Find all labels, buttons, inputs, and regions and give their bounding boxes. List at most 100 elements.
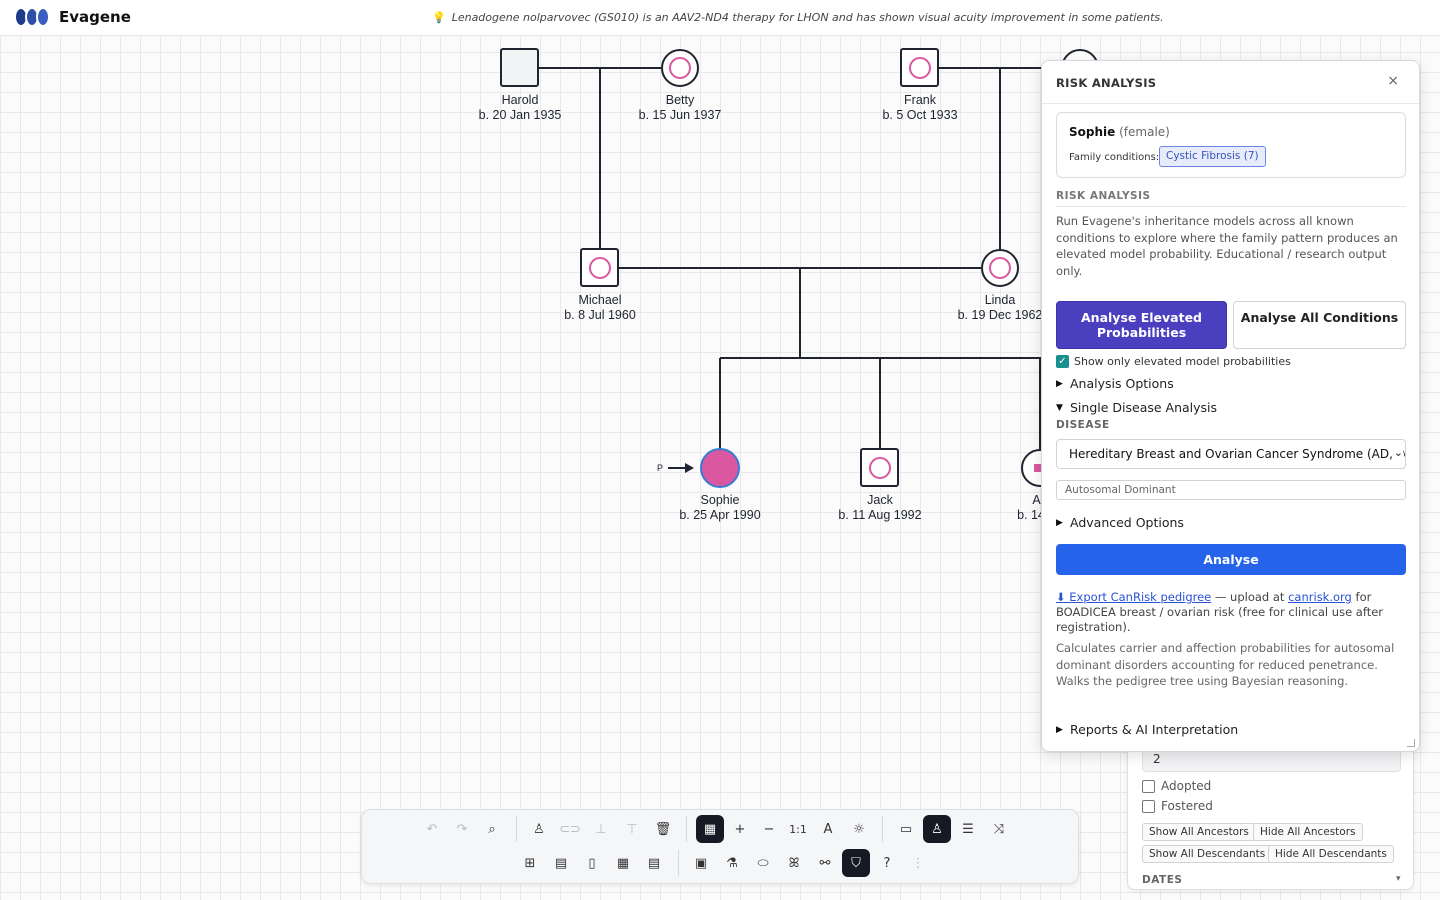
section-header: RISK ANALYSIS: [1056, 190, 1406, 207]
shuffle-icon[interactable]: ⤨: [985, 815, 1013, 843]
chevron-down-icon: ⌄: [1391, 446, 1403, 459]
adopted-checkbox[interactable]: Adopted: [1142, 779, 1211, 793]
individual-name: Michael: [578, 293, 621, 307]
fostered-label: Fostered: [1161, 799, 1213, 813]
delete-icon[interactable]: 🗑: [649, 815, 677, 843]
pill-icon[interactable]: ⬭: [749, 849, 777, 877]
export-canrisk-link[interactable]: ⬇ Export CanRisk pedigree: [1056, 590, 1211, 604]
add-children-icon[interactable]: ⊥: [587, 815, 615, 843]
show-all-descendants-button[interactable]: Show All Descendants: [1142, 845, 1273, 863]
only-elevated-checkbox[interactable]: ✓ Show only elevated model probabilities: [1056, 355, 1291, 368]
condition-chip[interactable]: Cystic Fibrosis (7): [1159, 146, 1266, 167]
zoom-out-icon[interactable]: −: [755, 815, 783, 843]
bottom-toolbar: ↶ ↷ ⌕ ♙ ⊂⊃ ⊥ ⊤ 🗑 ▦ + − 1:1 A ☼ ▭ ♙ ☰ ⤨ ⊞…: [361, 809, 1079, 884]
redo-icon[interactable]: ↷: [448, 815, 476, 843]
checkbox-icon[interactable]: [1142, 779, 1155, 793]
drag-handle-icon[interactable]: ⋮: [904, 849, 932, 877]
note-icon[interactable]: ▯: [578, 849, 606, 877]
flask-icon[interactable]: ⚗: [718, 849, 746, 877]
individual-harold[interactable]: Harold b. 20 Jan 1935: [479, 48, 562, 122]
proband-marker: P: [657, 463, 663, 473]
shield-icon[interactable]: ⛉: [842, 849, 870, 877]
reports-label: Reports & AI Interpretation: [1070, 722, 1239, 737]
individual-birth: b. 19 Dec 1962: [958, 308, 1043, 322]
zoom-in-icon[interactable]: +: [726, 815, 754, 843]
tree-icon[interactable]: ⊞: [516, 849, 544, 877]
analyse-all-button[interactable]: Analyse All Conditions: [1233, 301, 1406, 349]
lightbulb-icon: 💡: [432, 11, 446, 24]
individual-name: Jack: [867, 493, 893, 507]
sliders-icon[interactable]: ☰: [954, 815, 982, 843]
brightness-icon[interactable]: ☼: [845, 815, 873, 843]
only-elevated-label: Show only elevated model probabilities: [1074, 355, 1291, 368]
tip-text: Lenadogene nolparvovec (GS010) is an AAV…: [451, 11, 1164, 24]
individual-michael[interactable]: Michael b. 8 Jul 1960: [564, 248, 636, 322]
risk-analysis-panel: RISK ANALYSIS × Sophie (female) Family c…: [1041, 60, 1420, 752]
share-icon[interactable]: ⚯: [811, 849, 839, 877]
add-person-icon[interactable]: ♙: [525, 815, 553, 843]
reports-toggle[interactable]: ▶ Reports & AI Interpretation: [1056, 722, 1238, 737]
table-icon[interactable]: ▦: [609, 849, 637, 877]
analyse-button[interactable]: Analyse: [1056, 544, 1406, 575]
clipboard-add-icon[interactable]: ▣: [687, 849, 715, 877]
hide-all-descendants-button[interactable]: Hide All Descendants: [1268, 845, 1394, 863]
fostered-checkbox[interactable]: Fostered: [1142, 799, 1213, 813]
method-note: Calculates carrier and affection probabi…: [1056, 641, 1395, 688]
export-info: ⬇ Export CanRisk pedigree — upload at ca…: [1056, 590, 1406, 635]
app-logo[interactable]: Evagene: [14, 7, 131, 27]
individual-linda[interactable]: Linda b. 19 Dec 1962: [958, 249, 1043, 322]
zoom-reset-button[interactable]: 1:1: [784, 815, 812, 843]
add-siblings-icon[interactable]: ⊤: [618, 815, 646, 843]
analysis-options-label: Analysis Options: [1070, 376, 1174, 391]
search-icon[interactable]: ⌕: [478, 815, 506, 843]
individual-birth: b. 8 Jul 1960: [564, 308, 636, 322]
help-icon[interactable]: ?: [873, 849, 901, 877]
panel-title: RISK ANALYSIS: [1056, 76, 1157, 90]
single-disease-toggle[interactable]: ▼ Single Disease Analysis: [1056, 400, 1217, 415]
individual-sophie[interactable]: P Sophie b. 25 Apr 1990: [657, 448, 761, 522]
checkmark-icon[interactable]: ✓: [1056, 355, 1069, 368]
analyse-elevated-button[interactable]: Analyse Elevated Probabilities: [1056, 301, 1227, 349]
dna-icon[interactable]: ꕤ: [780, 849, 808, 877]
disease-select[interactable]: Hereditary Breast and Ovarian Cancer Syn…: [1056, 439, 1406, 469]
font-icon[interactable]: A: [814, 815, 842, 843]
person-name: Sophie: [1069, 125, 1116, 139]
individual-birth: b. 25 Apr 1990: [679, 508, 760, 522]
hide-all-ancestors-button[interactable]: Hide All Ancestors: [1253, 823, 1363, 841]
grid-layout-icon[interactable]: ▦: [696, 815, 724, 843]
family-conditions-label: Family conditions:: [1069, 152, 1160, 163]
tip-banner: 💡 Lenadogene nolparvovec (GS010) is an AA…: [432, 11, 1164, 24]
canrisk-link[interactable]: canrisk.org: [1288, 590, 1352, 604]
resize-handle-icon[interactable]: [1407, 739, 1415, 747]
caret-right-icon: ▶: [1056, 724, 1063, 735]
disease-header: DISEASE: [1056, 419, 1110, 431]
clipboard-icon[interactable]: ▤: [547, 849, 575, 877]
panel-header: RISK ANALYSIS ×: [1042, 61, 1419, 104]
individual-frank[interactable]: Frank b. 5 Oct 1933: [882, 48, 958, 122]
individual-name: Sophie: [701, 493, 740, 507]
checkbox-icon[interactable]: [1142, 799, 1155, 813]
caret-right-icon: ▶: [1056, 517, 1063, 528]
advanced-options-label: Advanced Options: [1070, 515, 1184, 530]
individual-betty[interactable]: Betty b. 15 Jun 1937: [639, 49, 722, 122]
top-bar: Evagene 💡 Lenadogene nolparvovec (GS010) …: [0, 0, 1440, 36]
adopted-label: Adopted: [1161, 779, 1212, 793]
link-icon[interactable]: ⊂⊃: [556, 815, 584, 843]
individual-jack[interactable]: Jack b. 11 Aug 1992: [838, 448, 922, 522]
undo-icon[interactable]: ↶: [418, 815, 446, 843]
individual-birth: b. 20 Jan 1935: [479, 108, 562, 122]
app-name: Evagene: [59, 8, 131, 26]
analysis-options-toggle[interactable]: ▶ Analysis Options: [1056, 376, 1174, 391]
proband-arrow-icon: [668, 463, 694, 473]
chevron-down-icon[interactable]: ▾: [1396, 874, 1401, 884]
list-icon[interactable]: ▤: [640, 849, 668, 877]
caret-right-icon: ▶: [1056, 378, 1063, 389]
person-panel-icon[interactable]: ♙: [923, 815, 951, 843]
folder-icon[interactable]: ▭: [892, 815, 920, 843]
dates-header[interactable]: DATES: [1142, 874, 1182, 886]
inheritance-mode-field[interactable]: Autosomal Dominant: [1056, 480, 1406, 500]
advanced-options-toggle[interactable]: ▶ Advanced Options: [1056, 515, 1184, 530]
show-all-ancestors-button[interactable]: Show All Ancestors: [1142, 823, 1256, 841]
close-icon[interactable]: ×: [1387, 73, 1399, 89]
caret-down-icon: ▼: [1056, 402, 1063, 413]
